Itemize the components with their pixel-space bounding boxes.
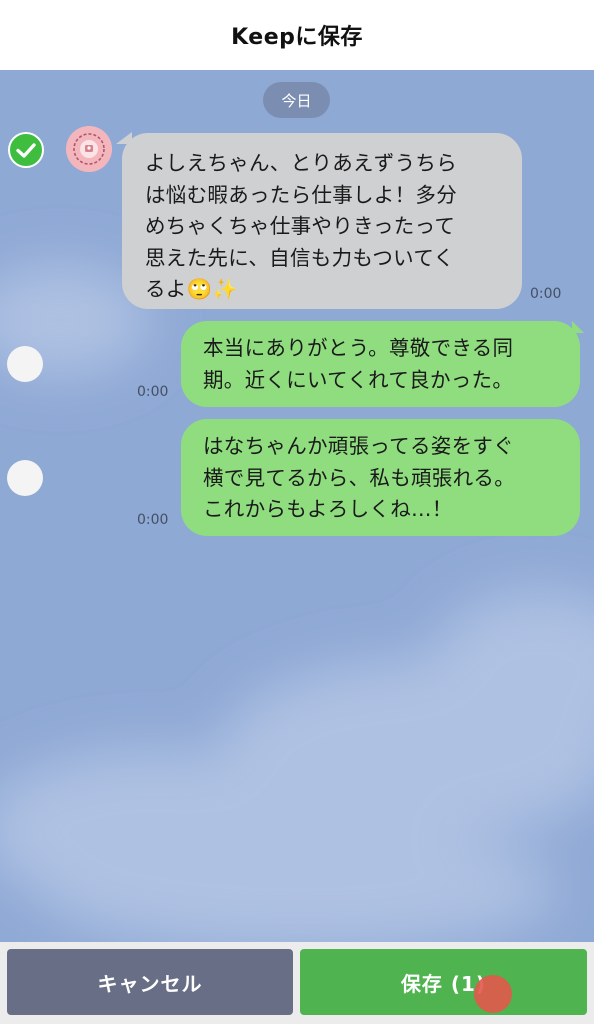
avatar[interactable] bbox=[66, 126, 112, 172]
message-select-checkbox[interactable] bbox=[7, 460, 43, 496]
chat-area[interactable]: 今日 よしえちゃん、とりあえずうちら は悩む暇あったら仕事しよ！多分 めちゃくち… bbox=[0, 70, 594, 942]
header: Keepに保存 bbox=[0, 0, 594, 70]
message-select-checkbox[interactable] bbox=[8, 132, 44, 168]
message-line: 思えた先に、自信も力もついてく bbox=[145, 245, 455, 270]
message-line: は悩む暇あったら仕事しよ！多分 bbox=[145, 182, 457, 207]
message-line: はなちゃんか頑張ってる姿をすぐ bbox=[203, 434, 514, 458]
bubble-tail bbox=[572, 321, 584, 333]
check-icon bbox=[16, 143, 36, 158]
save-button[interactable]: 保存 (1) bbox=[300, 949, 587, 1015]
message-line: 横で見てるから、私も頑張れる。 bbox=[203, 465, 515, 490]
message-line: るよ🙄✨ bbox=[145, 277, 239, 301]
date-separator: 今日 bbox=[263, 82, 330, 118]
message-select-checkbox[interactable] bbox=[7, 346, 43, 382]
message-timestamp: 0:00 bbox=[137, 384, 169, 400]
message-timestamp: 0:00 bbox=[530, 286, 562, 302]
message-bubble-sent[interactable]: 本当にありがとう。尊敬できる同 期。近くにいてくれて良かった。 bbox=[181, 321, 580, 407]
touch-indicator bbox=[474, 975, 512, 1013]
message-timestamp: 0:00 bbox=[137, 512, 169, 528]
message-line: よしえちゃん、とりあえずうちら bbox=[145, 151, 457, 175]
message-line: 本当にありがとう。尊敬できる同 bbox=[203, 336, 514, 360]
cancel-button[interactable]: キャンセル bbox=[7, 949, 293, 1015]
message-line: 期。近くにいてくれて良かった。 bbox=[203, 367, 514, 392]
message-line: これからもよろしくね…！ bbox=[203, 497, 453, 521]
user-avatar bbox=[66, 126, 112, 172]
page-title: Keepに保存 bbox=[231, 25, 363, 50]
message-bubble-sent[interactable]: はなちゃんか頑張ってる姿をすぐ 横で見てるから、私も頑張れる。 これからもよろし… bbox=[181, 419, 580, 536]
message-bubble-received[interactable]: よしえちゃん、とりあえずうちら は悩む暇あったら仕事しよ！多分 めちゃくちゃ仕事… bbox=[122, 133, 522, 309]
message-line: めちゃくちゃ仕事やりきったって bbox=[145, 214, 456, 238]
